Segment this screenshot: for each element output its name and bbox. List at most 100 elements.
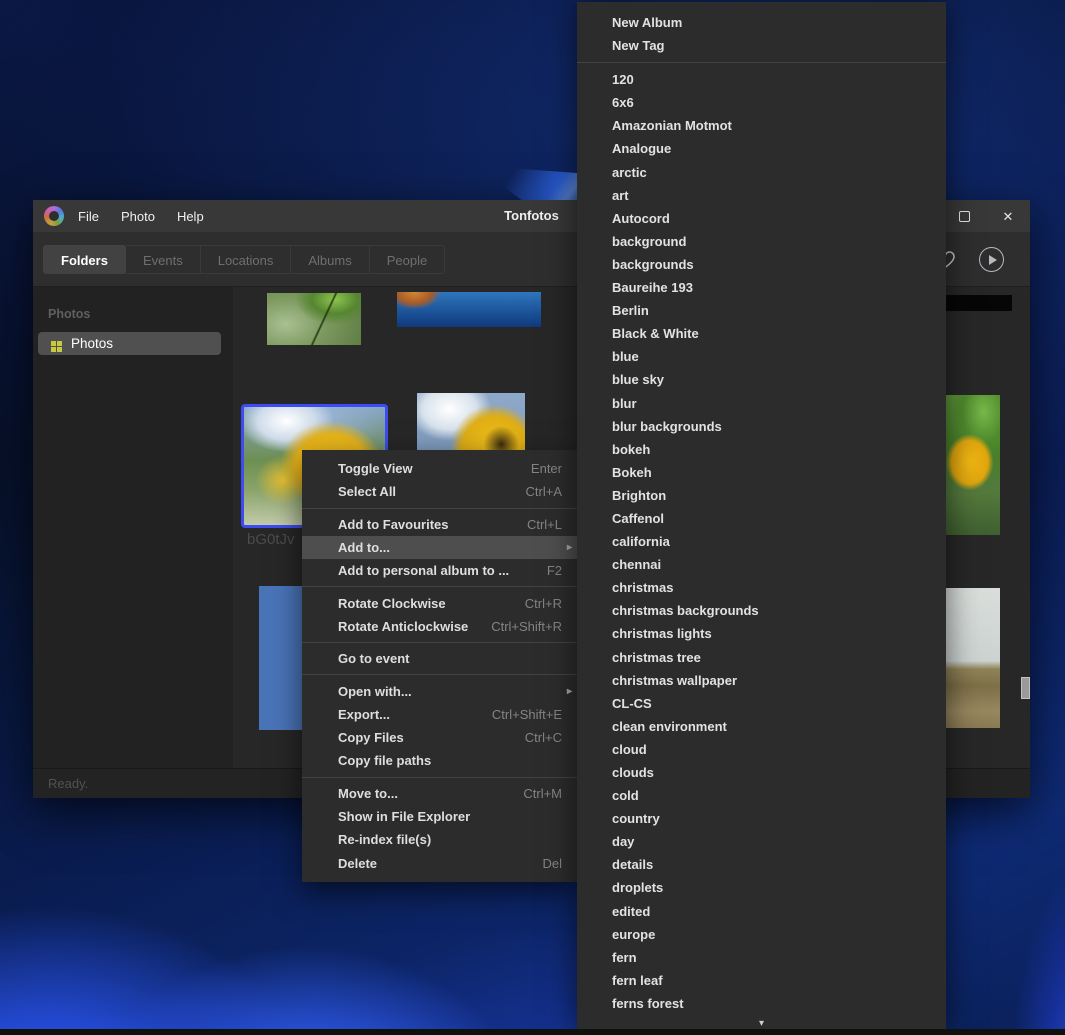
submenu-tag-country[interactable]: country <box>577 807 946 830</box>
submenu-tag-christmas-wallpaper[interactable]: christmas wallpaper <box>577 669 946 692</box>
menu-file[interactable]: File <box>78 209 99 224</box>
taskbar[interactable] <box>0 1029 1065 1035</box>
selected-photo-caption: bG0tJv <box>247 531 295 548</box>
menu-item-select-all[interactable]: Select AllCtrl+A <box>302 480 578 503</box>
menu-item-shortcut: Enter <box>531 461 562 476</box>
submenu-action-new-tag[interactable]: New Tag <box>577 34 946 57</box>
menu-item-label: Re-index file(s) <box>338 832 562 847</box>
photo-thumbnail-dark[interactable] <box>946 295 1012 311</box>
menu-item-copy-files[interactable]: Copy FilesCtrl+C <box>302 726 578 749</box>
sidebar-item-photos[interactable]: Photos <box>38 332 221 355</box>
submenu-tag-brighton[interactable]: Brighton <box>577 484 946 507</box>
menu-item-shortcut: Ctrl+M <box>523 786 562 801</box>
submenu-tag-bokeh[interactable]: bokeh <box>577 438 946 461</box>
submenu-tag-blue[interactable]: blue <box>577 345 946 368</box>
desktop: File Photo Help Tonfotos ✕ FoldersEvents… <box>0 0 1065 1035</box>
submenu-tag-blur-backgrounds[interactable]: blur backgrounds <box>577 415 946 438</box>
menu-item-shortcut: Ctrl+Shift+R <box>491 619 562 634</box>
submenu-tag-fern-leaf[interactable]: fern leaf <box>577 969 946 992</box>
menu-item-add-to-favourites[interactable]: Add to FavouritesCtrl+L <box>302 513 578 536</box>
menu-item-export[interactable]: Export...Ctrl+Shift+E <box>302 703 578 726</box>
photo-thumbnail-flower-right[interactable] <box>945 395 1000 535</box>
menu-photo[interactable]: Photo <box>121 209 155 224</box>
photo-thumbnail-water[interactable] <box>397 292 541 327</box>
submenu-action-new-album[interactable]: New Album <box>577 11 946 34</box>
submenu-tag-edited[interactable]: edited <box>577 900 946 923</box>
submenu-tag-autocord[interactable]: Autocord <box>577 207 946 230</box>
menu-item-show-in-file-explorer[interactable]: Show in File Explorer <box>302 805 578 828</box>
menu-item-label: Add to Favourites <box>338 517 527 532</box>
submenu-tag-europe[interactable]: europe <box>577 923 946 946</box>
slideshow-play-icon[interactable] <box>979 247 1004 272</box>
menu-item-label: Toggle View <box>338 461 531 476</box>
tab-events[interactable]: Events <box>126 245 201 274</box>
submenu-tag-background[interactable]: background <box>577 230 946 253</box>
submenu-tag-6x6[interactable]: 6x6 <box>577 91 946 114</box>
submenu-tag-berlin[interactable]: Berlin <box>577 299 946 322</box>
menu-item-move-to[interactable]: Move to...Ctrl+M <box>302 782 578 805</box>
submenu-tag-arctic[interactable]: arctic <box>577 161 946 184</box>
menu-item-add-to-personal-album-to[interactable]: Add to personal album to ...F2 <box>302 559 578 582</box>
submenu-tag-christmas-tree[interactable]: christmas tree <box>577 646 946 669</box>
menu-item-copy-file-paths[interactable]: Copy file paths <box>302 749 578 772</box>
submenu-tag-black-white[interactable]: Black & White <box>577 322 946 345</box>
menu-item-toggle-view[interactable]: Toggle ViewEnter <box>302 457 578 480</box>
tab-locations[interactable]: Locations <box>201 245 292 274</box>
submenu-tag-christmas-lights[interactable]: christmas lights <box>577 622 946 645</box>
tab-albums[interactable]: Albums <box>291 245 369 274</box>
menu-item-shortcut: Ctrl+Shift+E <box>492 707 562 722</box>
submenu-list: New AlbumNew Tag 1206x6Amazonian MotmotAn… <box>577 11 946 1015</box>
close-button[interactable]: ✕ <box>986 200 1030 232</box>
menu-item-label: Rotate Clockwise <box>338 596 525 611</box>
submenu-tag-ferns-forest[interactable]: ferns forest <box>577 992 946 1015</box>
submenu-tag-christmas[interactable]: christmas <box>577 576 946 599</box>
submenu-tag-clouds[interactable]: clouds <box>577 761 946 784</box>
submenu-arrow-icon: ▸ <box>567 542 572 553</box>
close-icon: ✕ <box>1003 210 1014 223</box>
submenu-tag-droplets[interactable]: droplets <box>577 876 946 899</box>
menu-item-open-with[interactable]: Open with...▸ <box>302 679 578 702</box>
submenu-tag-california[interactable]: california <box>577 530 946 553</box>
menu-help[interactable]: Help <box>177 209 204 224</box>
submenu-tag-cloud[interactable]: cloud <box>577 738 946 761</box>
maximize-button[interactable] <box>942 200 986 232</box>
submenu-tag-analogue[interactable]: Analogue <box>577 137 946 160</box>
tab-folders[interactable]: Folders <box>43 245 126 274</box>
submenu-tag-backgrounds[interactable]: backgrounds <box>577 253 946 276</box>
submenu-tag-fern[interactable]: fern <box>577 946 946 969</box>
menu-item-go-to-event[interactable]: Go to event <box>302 647 578 670</box>
menu-item-shortcut: Ctrl+C <box>525 730 562 745</box>
photo-thumbnail-savanna[interactable] <box>945 588 1000 728</box>
maximize-icon <box>959 211 970 222</box>
submenu-tag-christmas-backgrounds[interactable]: christmas backgrounds <box>577 599 946 622</box>
submenu-tag-chennai[interactable]: chennai <box>577 553 946 576</box>
submenu-tag-cold[interactable]: cold <box>577 784 946 807</box>
menu-item-rotate-anticlockwise[interactable]: Rotate AnticlockwiseCtrl+Shift+R <box>302 615 578 638</box>
tab-people[interactable]: People <box>370 245 445 274</box>
submenu-tag-baureihe-193[interactable]: Baureihe 193 <box>577 276 946 299</box>
menu-item-add-to[interactable]: Add to... ▸ <box>302 536 578 559</box>
submenu-tag-blue-sky[interactable]: blue sky <box>577 368 946 391</box>
menu-item-label: Add to... <box>338 540 562 555</box>
submenu-tag-details[interactable]: details <box>577 853 946 876</box>
submenu-tag-caffenol[interactable]: Caffenol <box>577 507 946 530</box>
submenu-tag-amazonian-motmot[interactable]: Amazonian Motmot <box>577 114 946 137</box>
photo-thumbnail-leaf[interactable] <box>267 293 361 345</box>
photo-thumbnail-blue[interactable] <box>259 586 303 730</box>
submenu-tag-art[interactable]: art <box>577 184 946 207</box>
submenu-tag-blur[interactable]: blur <box>577 392 946 415</box>
submenu-tag-cl-cs[interactable]: CL-CS <box>577 692 946 715</box>
menu-item-rotate-clockwise[interactable]: Rotate ClockwiseCtrl+R <box>302 591 578 614</box>
app-logo-icon <box>44 206 64 226</box>
submenu-tag-120[interactable]: 120 <box>577 68 946 91</box>
menu-separator <box>302 674 578 675</box>
menu-item-shortcut: Ctrl+R <box>525 596 562 611</box>
menu-item-label: Copy file paths <box>338 753 562 768</box>
submenu-tag-bokeh[interactable]: Bokeh <box>577 461 946 484</box>
submenu-tag-clean-environment[interactable]: clean environment <box>577 715 946 738</box>
scroll-down-icon[interactable]: ▾ <box>577 1019 946 1029</box>
scrollbar-thumb[interactable] <box>1021 677 1030 699</box>
menu-item-re-index-file-s[interactable]: Re-index file(s) <box>302 828 578 851</box>
menu-item-delete[interactable]: DeleteDel <box>302 851 578 874</box>
submenu-tag-day[interactable]: day <box>577 830 946 853</box>
